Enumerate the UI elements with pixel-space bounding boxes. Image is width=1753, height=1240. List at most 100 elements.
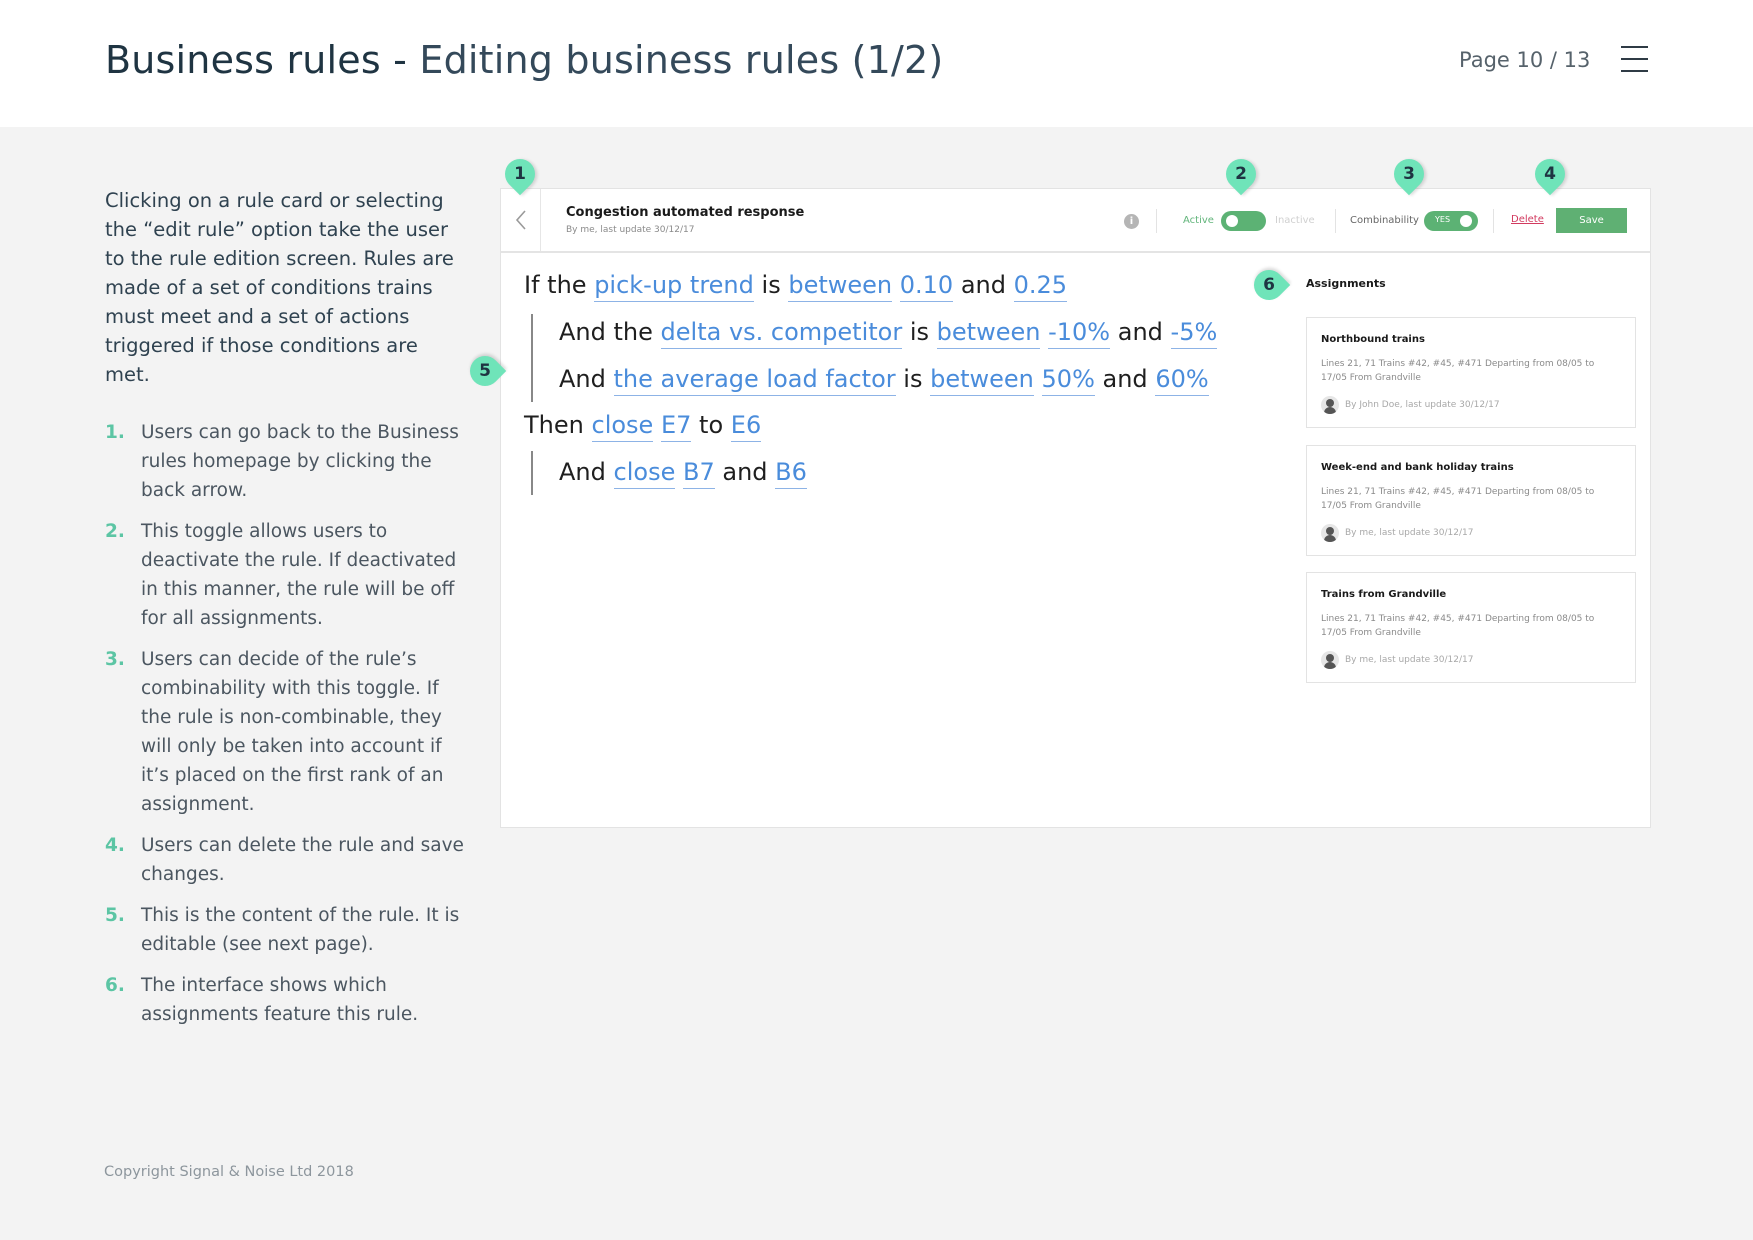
delete-link[interactable]: Delete [1511,214,1544,225]
callout-marker-6: 6 [1247,263,1291,307]
note-item: 3. Users can decide of the rule’s combina… [105,645,475,819]
assignment-card-description: Lines 21, 71 Trains #42, #45, #471 Depar… [1321,487,1595,511]
rule-token-operator[interactable]: between [788,271,893,302]
note-item: 4. Users can delete the rule and save cha… [105,831,475,889]
assignment-card-meta: By John Doe, last update 30/12/17 [1345,400,1500,410]
assignment-card[interactable]: Northbound trains Lines 21, 71 Trains #4… [1306,317,1636,428]
note-number: 2. [105,521,125,542]
condition-group-bar [531,314,533,402]
combinability-toggle[interactable]: YES [1424,211,1478,231]
hamburger-menu-icon[interactable] [1621,46,1648,72]
rule-token-operator[interactable]: between [936,318,1041,349]
note-item: 2. This toggle allows users to deactivate… [105,517,475,633]
assignment-card-description: Lines 21, 71 Trains #42, #45, #471 Depar… [1321,359,1595,383]
note-item: 1. Users can go back to the Business rule… [105,418,475,505]
rule-token-action[interactable]: close [613,458,676,489]
active-toggle[interactable] [1221,211,1266,231]
rule-name[interactable]: Congestion automated response [566,205,804,220]
rule-line-condition-2: And the delta vs. competitor is between … [559,318,1218,349]
inactive-label: Inactive [1275,215,1315,226]
rule-token-value[interactable]: E7 [660,411,692,442]
rule-token-value[interactable]: 60% [1155,365,1209,396]
page-title-section: Business rules - [105,38,420,82]
active-label: Active [1183,215,1214,226]
page-indicator: Page 10 / 13 [1459,48,1591,72]
rule-word: to [699,411,724,439]
rule-word: Then [524,411,584,439]
divider [1156,209,1157,233]
rule-token-operator[interactable]: between [930,365,1034,396]
assignment-card[interactable]: Week-end and bank holiday trains Lines 2… [1306,445,1636,556]
rule-line-condition-3: And the average load factor is between 5… [559,365,1209,396]
rule-word: And the [559,318,653,346]
assignment-card-description: Lines 21, 71 Trains #42, #45, #471 Depar… [1321,614,1595,638]
rule-line-action-1: Then close E7 to E6 [524,411,762,442]
toggle-knob [1226,215,1238,227]
note-item: 5. This is the content of the rule. It is… [105,901,475,959]
callout-marker-5: 5 [463,349,507,393]
rule-word: and [1117,318,1163,346]
rule-word: is [903,365,923,393]
assignment-card-meta: By me, last update 30/12/17 [1345,655,1474,665]
notes-list: 1. Users can go back to the Business rule… [105,418,475,1041]
rule-token-value[interactable]: 0.10 [899,271,954,302]
save-button[interactable]: Save [1556,208,1627,233]
rule-word: If the [524,271,587,299]
note-number: 4. [105,835,125,856]
rule-token-metric[interactable]: the average load factor [613,365,896,396]
page-title-subtitle: Editing business rules (1/2) [419,38,944,82]
note-text: The interface shows which assignments fe… [141,975,419,1025]
copyright: Copyright Signal & Noise Ltd 2018 [104,1164,354,1180]
info-icon[interactable]: i [1124,214,1139,229]
rule-meta: By me, last update 30/12/17 [566,225,695,235]
callout-marker-1: 1 [498,152,542,196]
note-text: Users can delete the rule and save chang… [141,835,464,885]
note-number: 5. [105,905,125,926]
avatar [1321,396,1339,414]
action-group-bar [531,451,533,495]
callout-marker-3: 3 [1387,152,1431,196]
rule-token-value[interactable]: E6 [730,411,762,442]
rule-word: And [559,365,606,393]
combinability-value: YES [1435,215,1451,224]
rule-editor-panel: Congestion automated response By me, las… [500,188,1651,828]
page-title: Business rules - Editing business rules … [105,38,943,82]
note-text: This is the content of the rule. It is e… [141,905,460,955]
rule-token-metric[interactable]: pick-up trend [594,271,754,302]
assignments-title: Assignments [1306,277,1386,290]
rule-word: is [761,271,781,299]
rule-editor-header: Congestion automated response By me, las… [501,189,1650,253]
rule-token-metric[interactable]: delta vs. competitor [660,318,903,349]
rule-word: And [559,458,606,486]
back-button[interactable] [501,189,541,251]
rule-word: is [909,318,930,346]
combinability-label: Combinability [1350,215,1419,226]
note-text: Users can go back to the Business rules … [141,422,459,501]
rule-line-action-2: And close B7 and B6 [559,458,807,489]
rule-word: and [722,458,768,486]
assignment-card-meta: By me, last update 30/12/17 [1345,528,1474,538]
rule-token-value[interactable]: B7 [682,458,715,489]
rule-word: and [960,271,1006,299]
divider [1493,209,1494,233]
note-number: 1. [105,422,125,443]
page-header: Business rules - Editing business rules … [0,0,1753,127]
assignment-card-title: Northbound trains [1321,334,1425,345]
note-number: 6. [105,975,125,996]
rule-token-action[interactable]: close [591,411,654,442]
rule-token-value[interactable]: 0.25 [1013,271,1068,302]
rule-token-value[interactable]: -5% [1170,318,1218,349]
rule-line-condition-1: If the pick-up trend is between 0.10 and… [524,271,1068,302]
note-text: Users can decide of the rule’s combinabi… [141,649,444,815]
callout-marker-4: 4 [1528,152,1572,196]
callout-marker-2: 2 [1219,152,1263,196]
rule-token-value[interactable]: -10% [1048,318,1111,349]
note-number: 3. [105,649,125,670]
avatar [1321,524,1339,542]
rule-token-value[interactable]: 50% [1041,365,1095,396]
toggle-knob [1460,215,1472,227]
rule-token-value[interactable]: B6 [775,458,807,489]
avatar [1321,651,1339,669]
assignment-card[interactable]: Trains from Grandville Lines 21, 71 Trai… [1306,572,1636,683]
chevron-left-icon [515,210,526,230]
